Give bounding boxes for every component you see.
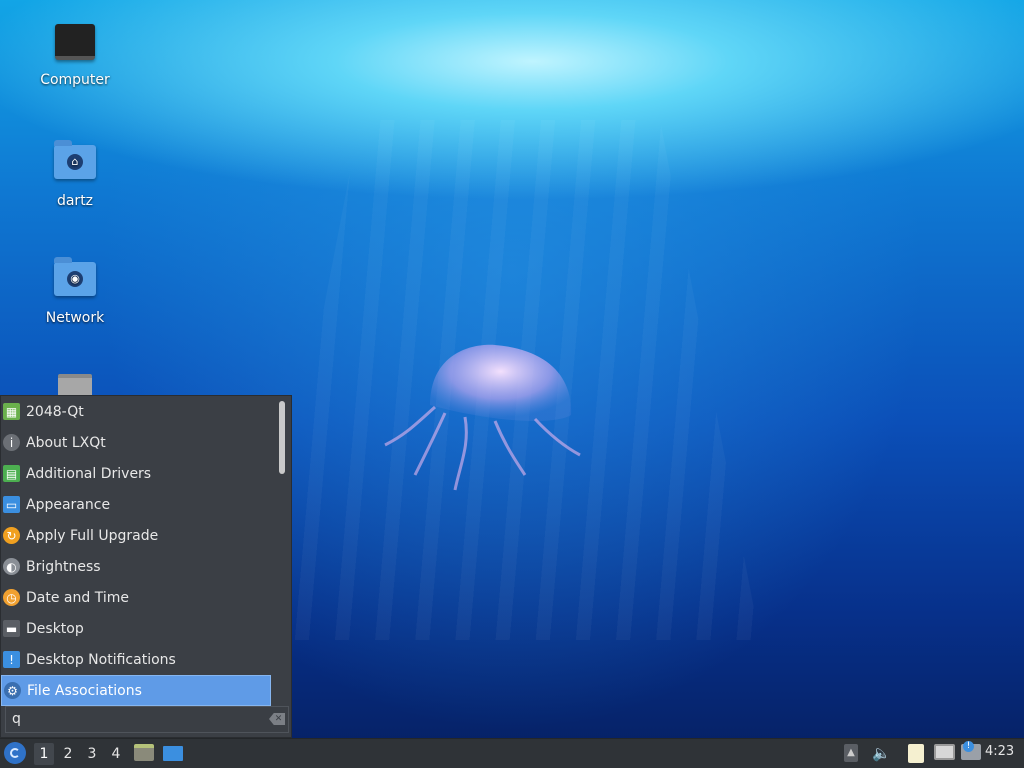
desktop-icon-home[interactable]: ⌂ dartz (20, 139, 130, 209)
desktop-icon: ▬ (3, 620, 20, 637)
update-notifier-icon[interactable]: ! (961, 741, 981, 760)
taskbar-clock[interactable]: 4:23 (985, 744, 1014, 759)
chip-icon: ▤ (3, 465, 20, 482)
game-2048-icon: ▦ (3, 403, 20, 420)
desktop-icon-computer[interactable]: Computer (20, 22, 130, 88)
brightness-icon: ◐ (3, 558, 20, 575)
clear-search-icon[interactable]: ✕ (269, 713, 285, 725)
home-folder-icon: ⌂ (54, 140, 96, 179)
volume-icon[interactable]: 🔈 (872, 744, 891, 762)
menu-search-input[interactable]: q ✕ (5, 706, 289, 733)
jellyfish-wallpaper-art (384, 344, 581, 491)
eject-icon[interactable]: ▲ (844, 744, 858, 762)
menu-item-label: Desktop (26, 620, 84, 637)
desktop-switch-3[interactable]: 3 (82, 743, 102, 765)
network-status-icon[interactable] (934, 744, 955, 760)
menu-item-date-and-time[interactable]: ◷ Date and Time (1, 582, 277, 613)
menu-item-file-associations[interactable]: ⚙ File Associations (1, 675, 271, 706)
menu-item-apply-full-upgrade[interactable]: ↻ Apply Full Upgrade (1, 520, 277, 551)
application-menu: ▦ 2048-Qt i About LXQt ▤ Additional Driv… (0, 395, 292, 738)
menu-item-additional-drivers[interactable]: ▤ Additional Drivers (1, 458, 277, 489)
menu-item-label: Additional Drivers (26, 465, 152, 482)
desktop-switch-1[interactable]: 1 (34, 743, 54, 765)
notification-icon: ! (3, 651, 20, 668)
alert-badge-icon: ! (963, 741, 974, 752)
file-manager-quicklaunch-icon[interactable] (134, 744, 154, 761)
menu-item-desktop[interactable]: ▬ Desktop (1, 613, 277, 644)
info-icon: i (3, 434, 20, 451)
menu-item-brightness[interactable]: ◐ Brightness (1, 551, 277, 582)
menu-item-label: Appearance (26, 496, 111, 513)
menu-item-label: 2048-Qt (26, 403, 84, 420)
desktop-switch-2[interactable]: 2 (58, 743, 78, 765)
desktop-icon-label: dartz (56, 193, 94, 209)
show-desktop-icon[interactable] (163, 746, 183, 761)
scrollbar-thumb[interactable] (279, 401, 285, 474)
menu-item-label: Apply Full Upgrade (26, 527, 159, 544)
clipboard-icon[interactable] (908, 744, 924, 763)
desktop-icon-network[interactable]: ◉ Network (20, 256, 130, 326)
clock-icon: ◷ (3, 589, 20, 606)
desktop-icon-label: Computer (40, 72, 110, 88)
menu-item-label: Date and Time (26, 589, 129, 606)
menu-item-desktop-notifications[interactable]: ! Desktop Notifications (1, 644, 277, 675)
taskbar: 1 2 3 4 ▲ 🔈 ! 4:23 (0, 738, 1024, 768)
menu-item-2048-qt[interactable]: ▦ 2048-Qt (1, 396, 277, 427)
appearance-icon: ▭ (3, 496, 20, 513)
menu-list: ▦ 2048-Qt i About LXQt ▤ Additional Driv… (1, 396, 277, 706)
menu-item-label: About LXQt (26, 434, 106, 451)
menu-scrollbar[interactable] (279, 401, 286, 701)
upgrade-icon: ↻ (3, 527, 20, 544)
gear-icon: ⚙ (4, 682, 21, 699)
start-menu-button[interactable] (4, 742, 26, 764)
menu-item-label: File Associations (27, 682, 142, 699)
menu-item-label: Brightness (26, 558, 101, 575)
computer-icon (55, 24, 95, 60)
desktop-switch-4[interactable]: 4 (106, 743, 126, 765)
network-folder-icon: ◉ (54, 257, 96, 296)
menu-item-about-lxqt[interactable]: i About LXQt (1, 427, 277, 458)
desktop-icon-label: Network (45, 310, 105, 326)
menu-item-appearance[interactable]: ▭ Appearance (1, 489, 277, 520)
search-input-value: q (12, 711, 21, 727)
menu-item-label: Desktop Notifications (26, 651, 176, 668)
